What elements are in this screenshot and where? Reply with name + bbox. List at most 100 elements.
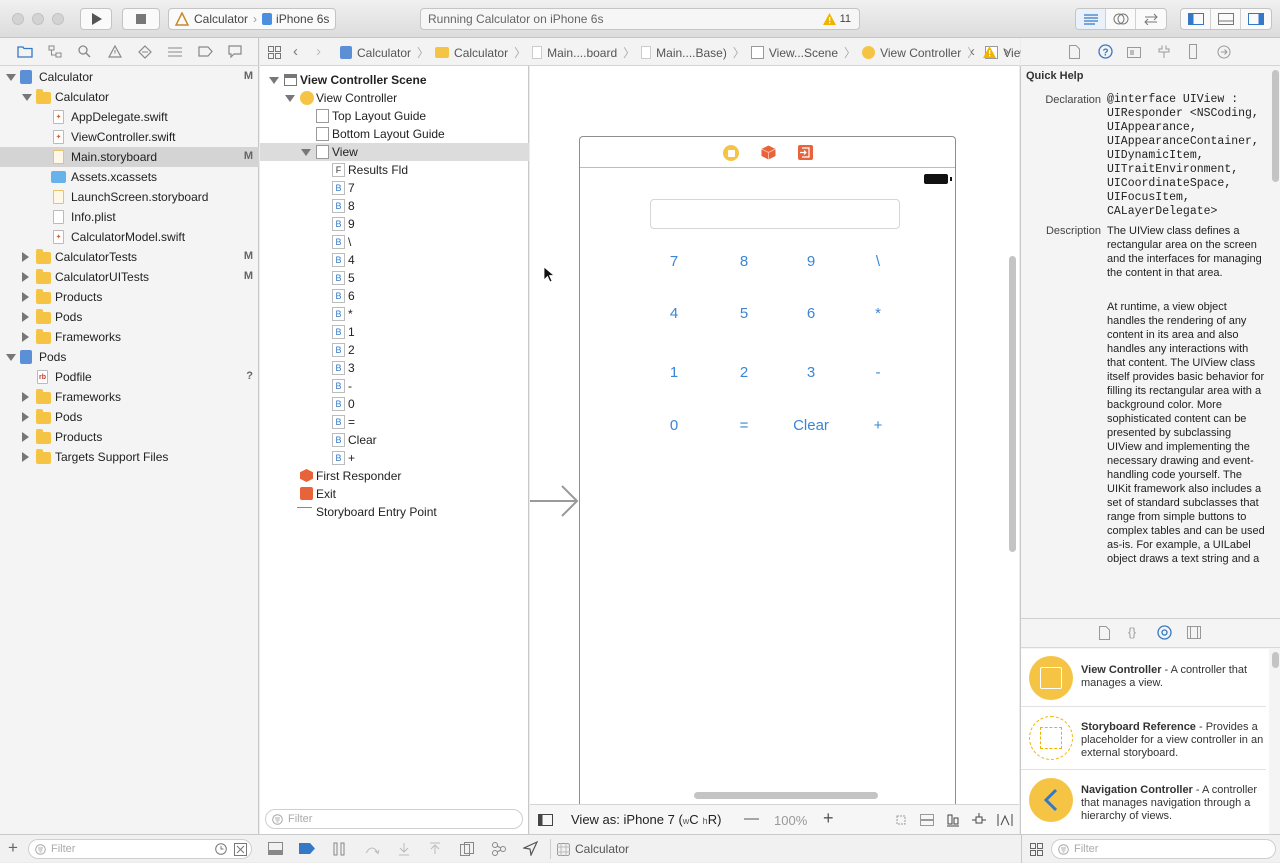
resolve-issues-icon[interactable] xyxy=(997,813,1013,827)
toggle-outline-icon[interactable] xyxy=(538,814,553,826)
view-controller-scene[interactable]: 7 8 9 \ 4 5 6 * 1 2 3 - 0 = Clear + xyxy=(579,136,956,836)
library-item-view-controller[interactable]: View Controller - A controller that mana… xyxy=(1021,649,1266,707)
navigator-item-project-pods[interactable]: Pods xyxy=(0,347,259,367)
toggle-debug-area-button[interactable] xyxy=(1211,9,1241,29)
navigator-item-file-calculator-model[interactable]: ✦ CalculatorModel.swift xyxy=(0,227,259,247)
disclosure-closed-icon[interactable] xyxy=(22,292,29,302)
calculator-button[interactable]: + xyxy=(858,413,898,437)
embed-stack-icon[interactable] xyxy=(920,814,934,826)
outline-filter-field[interactable]: Filter xyxy=(265,809,523,829)
outline-row[interactable]: First Responder xyxy=(260,467,529,485)
test-diamond-icon[interactable] xyxy=(138,45,152,59)
navigator-item-file-info-plist[interactable]: Info.plist xyxy=(0,207,259,227)
outline-row[interactable]: B0 xyxy=(260,395,529,413)
toggle-navigator-button[interactable] xyxy=(1181,9,1211,29)
calculator-button[interactable]: 6 xyxy=(791,301,831,325)
navigator-item-group-pods-products[interactable]: Products xyxy=(0,427,259,447)
disclosure-closed-icon[interactable] xyxy=(22,452,29,462)
view-controller-icon[interactable] xyxy=(723,145,739,161)
debug-gauge-icon[interactable] xyxy=(167,46,183,58)
outline-row[interactable]: View Controller xyxy=(260,89,529,107)
media-library-icon[interactable] xyxy=(1187,626,1201,639)
outline-row[interactable]: Bottom Layout Guide xyxy=(260,125,529,143)
add-file-button[interactable]: + xyxy=(8,838,18,858)
library-filter-field[interactable]: Filter xyxy=(1051,839,1276,859)
results-field[interactable] xyxy=(650,199,900,229)
calculator-button[interactable]: 1 xyxy=(654,360,694,384)
outline-row[interactable]: B Clear xyxy=(260,431,529,449)
calculator-button[interactable]: 5 xyxy=(724,301,764,325)
report-bubble-icon[interactable] xyxy=(228,45,242,58)
breadcrumb-item-view-controller[interactable]: View Controller xyxy=(880,46,961,60)
canvas-vertical-scrollbar[interactable] xyxy=(1009,256,1016,552)
step-out-icon[interactable] xyxy=(429,842,441,856)
disclosure-closed-icon[interactable] xyxy=(22,272,29,282)
breadcrumb-item-base[interactable]: Main....Base) xyxy=(656,46,727,60)
quick-help-scrollbar[interactable] xyxy=(1272,70,1279,182)
navigator-item-file-assets[interactable]: Assets.xcassets xyxy=(0,167,259,187)
navigator-item-group-calculator-tests[interactable]: CalculatorTests M xyxy=(0,247,259,267)
folder-icon[interactable] xyxy=(17,45,33,58)
window-zoom-button[interactable] xyxy=(52,13,64,25)
size-inspector-icon[interactable] xyxy=(1189,44,1197,59)
outline-row[interactable]: B- xyxy=(260,377,529,395)
debug-view-hierarchy-icon[interactable] xyxy=(460,842,474,856)
grid-view-icon[interactable] xyxy=(1030,843,1043,856)
update-frames-icon[interactable] xyxy=(894,814,908,826)
navigator-item-group-pods-frameworks[interactable]: Frameworks xyxy=(0,387,259,407)
calculator-button[interactable]: 2 xyxy=(724,360,764,384)
scheme-selector[interactable]: Calculator › iPhone 6s xyxy=(168,8,336,30)
toggle-utilities-button[interactable] xyxy=(1241,9,1271,29)
outline-row[interactable]: B9 xyxy=(260,215,529,233)
calculator-button[interactable]: 8 xyxy=(724,249,764,273)
disclosure-closed-icon[interactable] xyxy=(22,312,29,322)
breadcrumb-item-project[interactable]: Calculator xyxy=(357,46,411,60)
disclosure-open-icon[interactable] xyxy=(269,77,279,84)
window-close-button[interactable] xyxy=(12,13,24,25)
breadcrumb-item-storyboard[interactable]: Main....board xyxy=(547,46,617,60)
standard-editor-button[interactable] xyxy=(1076,9,1106,29)
outline-row[interactable]: B2 xyxy=(260,341,529,359)
window-minimize-button[interactable] xyxy=(32,13,44,25)
hide-debug-area-icon[interactable] xyxy=(268,842,283,855)
navigator-item-file-podfile[interactable]: rb Podfile? xyxy=(0,367,259,387)
zoom-in-button[interactable]: + xyxy=(823,808,834,829)
outline-row[interactable]: B + xyxy=(260,449,529,467)
navigator-item-group-pods[interactable]: Pods xyxy=(0,307,259,327)
assistant-editor-button[interactable] xyxy=(1106,9,1136,29)
calculator-button[interactable]: 4 xyxy=(654,301,694,325)
breakpoint-icon[interactable] xyxy=(198,46,213,57)
outline-row[interactable]: View xyxy=(260,143,529,161)
previous-issue-icon[interactable]: ‹ xyxy=(970,43,975,60)
calculator-button[interactable]: * xyxy=(858,301,898,325)
interface-builder-canvas[interactable]: 7 8 9 \ 4 5 6 * 1 2 3 - 0 = Clear + View as: iPhone 7 (… xyxy=(530,66,1019,836)
recent-files-clock-icon[interactable] xyxy=(215,843,227,855)
breadcrumb-item-scene[interactable]: View...Scene xyxy=(769,46,838,60)
calculator-button[interactable]: Clear xyxy=(791,413,831,437)
memory-graph-icon[interactable] xyxy=(491,841,507,857)
zoom-out-button[interactable]: — xyxy=(744,810,759,827)
outline-row[interactable]: B5 xyxy=(260,269,529,287)
file-template-icon[interactable] xyxy=(1099,626,1110,640)
calculator-button[interactable]: - xyxy=(858,360,898,384)
disclosure-closed-icon[interactable] xyxy=(22,412,29,422)
calculator-button[interactable]: \ xyxy=(858,249,898,273)
disclosure-closed-icon[interactable] xyxy=(22,392,29,402)
align-icon[interactable] xyxy=(946,813,960,827)
simulate-location-icon[interactable] xyxy=(523,841,538,856)
outline-row[interactable]: F Results Fld xyxy=(260,161,529,179)
navigator-item-group-calculator[interactable]: Calculator xyxy=(0,87,259,107)
outline-row[interactable]: B1 xyxy=(260,323,529,341)
outline-row[interactable]: B = xyxy=(260,413,529,431)
library-item-navigation-controller[interactable]: Navigation Controller - A controller tha… xyxy=(1021,770,1266,834)
disclosure-open-icon[interactable] xyxy=(301,149,311,156)
disclosure-open-icon[interactable] xyxy=(285,95,295,102)
disclosure-closed-icon[interactable] xyxy=(22,252,29,262)
navigator-item-file-appdelegate[interactable]: ✦ AppDelegate.swift xyxy=(0,107,259,127)
search-icon[interactable] xyxy=(78,45,91,58)
outline-row[interactable]: B \ xyxy=(260,233,529,251)
library-item-storyboard-reference[interactable]: Storyboard Reference - Provides a placeh… xyxy=(1021,707,1266,770)
hierarchy-icon[interactable] xyxy=(48,45,62,58)
calculator-button[interactable]: = xyxy=(724,413,764,437)
outline-row[interactable]: Top Layout Guide xyxy=(260,107,529,125)
